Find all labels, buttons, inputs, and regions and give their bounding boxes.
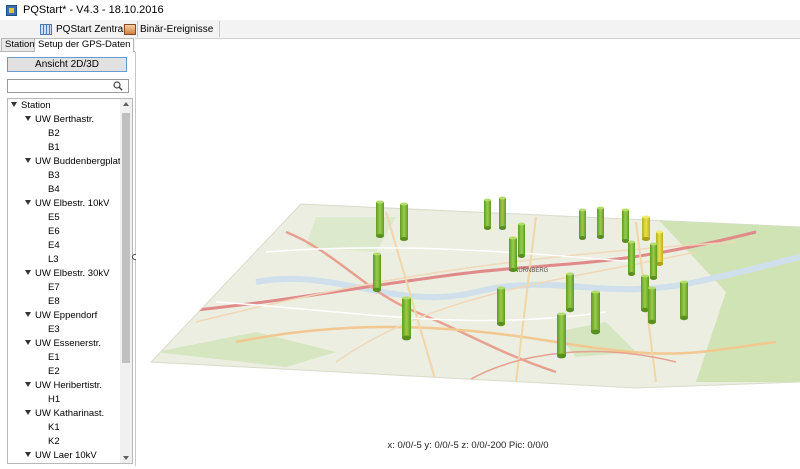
tree-leaf[interactable]: E4 <box>48 239 60 253</box>
expand-caret-icon[interactable] <box>11 101 17 107</box>
station-column[interactable] <box>509 236 517 273</box>
station-column[interactable] <box>499 196 506 231</box>
tree-leaf[interactable]: B2 <box>48 127 60 141</box>
tree-leaf[interactable]: E7 <box>48 281 60 295</box>
scroll-down-icon[interactable] <box>123 456 129 460</box>
expand-caret-icon[interactable] <box>25 381 31 387</box>
tree-group[interactable]: UW Katharinast. <box>25 407 104 421</box>
tree-group[interactable]: UW Buddenbergplatz <box>25 155 125 169</box>
station-column[interactable] <box>597 206 604 240</box>
panel-tab-strip: Station Setup der GPS-Daten <box>0 38 135 52</box>
tree-leaf[interactable]: K2 <box>48 435 60 449</box>
binary-events-icon <box>124 23 136 35</box>
expand-caret-icon[interactable] <box>25 269 31 275</box>
station-column[interactable] <box>628 240 635 277</box>
station-column[interactable] <box>591 290 600 335</box>
tree-group[interactable]: UW Laer 10kV <box>25 449 97 463</box>
tree-root-station[interactable]: Station <box>11 99 51 113</box>
expand-caret-icon[interactable] <box>25 199 31 205</box>
expand-caret-icon[interactable] <box>25 115 31 121</box>
tree-leaf[interactable]: B3 <box>48 169 60 183</box>
expand-caret-icon[interactable] <box>25 157 31 163</box>
station-column[interactable] <box>518 222 525 259</box>
map-city-label: NÜRNBERG <box>514 267 549 274</box>
station-column[interactable] <box>497 286 505 327</box>
tree-leaf[interactable]: E2 <box>48 365 60 379</box>
toolbar-tab-label: Binär-Ereignisse <box>140 23 214 35</box>
tree-group[interactable]: UW Eppendorf <box>25 309 97 323</box>
search-input[interactable] <box>7 79 129 93</box>
station-column[interactable] <box>402 296 411 341</box>
tree-group[interactable]: UW Elbestr. 30kV <box>25 267 109 281</box>
app-icon <box>6 4 17 16</box>
coordinates-readout: x: 0/0/-5 y: 0/0/-5 z: 0/0/-200 Pic: 0/0… <box>387 440 548 451</box>
station-column[interactable] <box>557 312 566 359</box>
expand-caret-icon[interactable] <box>25 409 31 415</box>
search-icon[interactable] <box>113 81 123 91</box>
station-column[interactable] <box>400 202 408 242</box>
tree-leaf[interactable]: H1 <box>48 393 60 407</box>
expand-caret-icon[interactable] <box>25 311 31 317</box>
tree-leaf[interactable]: E5 <box>48 211 60 225</box>
map-3d-view[interactable]: NÜRNBERG x: 0/0/-5 y: 0/0/-5 z: 0/0/-200… <box>136 52 800 466</box>
tab-station[interactable]: Station <box>1 38 39 51</box>
station-column[interactable] <box>680 280 688 321</box>
toolbar: PQStart Zentrale Binär-Ereignisse <box>0 20 800 39</box>
station-column[interactable] <box>579 208 586 241</box>
station-column[interactable] <box>373 252 381 293</box>
tree-leaf[interactable]: E6 <box>48 225 60 239</box>
view-2d-3d-button[interactable]: Ansicht 2D/3D <box>7 57 127 72</box>
tree-leaf[interactable]: B4 <box>48 183 60 197</box>
tree-leaf[interactable]: E1 <box>48 351 60 365</box>
left-panel: Ansicht 2D/3D Station UW Berthastr. B2 B… <box>0 52 136 466</box>
toolbar-tab-binaer-ereignisse[interactable]: Binär-Ereignisse <box>118 21 221 37</box>
expand-caret-icon[interactable] <box>25 339 31 345</box>
station-column[interactable] <box>622 208 629 244</box>
station-column[interactable] <box>648 286 656 325</box>
tree-leaf[interactable]: K1 <box>48 421 60 435</box>
tree-scrollbar[interactable] <box>120 99 132 463</box>
map-plane <box>149 203 800 389</box>
tree-leaf[interactable]: E3 <box>48 323 60 337</box>
station-column[interactable] <box>642 215 650 242</box>
scroll-up-icon[interactable] <box>123 102 129 106</box>
title-bar: PQStart* - V4.3 - 18.10.2016 <box>0 0 800 20</box>
station-column[interactable] <box>656 230 663 267</box>
station-column[interactable] <box>376 200 384 239</box>
tree-group[interactable]: UW Berthastr. <box>25 113 94 127</box>
tree-leaf[interactable]: L3 <box>48 253 59 267</box>
tree-leaf[interactable]: E8 <box>48 295 60 309</box>
grid-icon <box>40 23 52 35</box>
station-column[interactable] <box>641 274 649 313</box>
tab-setup-gps[interactable]: Setup der GPS-Daten <box>34 38 135 52</box>
map-canvas[interactable]: NÜRNBERG x: 0/0/-5 y: 0/0/-5 z: 0/0/-200… <box>136 52 800 466</box>
tree-leaf[interactable]: B1 <box>48 141 60 155</box>
scrollbar-thumb[interactable] <box>122 113 130 363</box>
station-column[interactable] <box>484 198 491 231</box>
window-title: PQStart* - V4.3 - 18.10.2016 <box>23 4 164 16</box>
tree-group[interactable]: UW Heribertistr. <box>25 379 102 393</box>
station-column[interactable] <box>566 272 574 313</box>
station-column[interactable] <box>650 242 657 281</box>
tree-group[interactable]: UW Essenerstr. <box>25 337 101 351</box>
tree-group[interactable]: UW Elbestr. 10kV <box>25 197 109 211</box>
expand-caret-icon[interactable] <box>25 451 31 457</box>
station-tree: Station UW Berthastr. B2 B1 UW Buddenber… <box>7 98 133 464</box>
